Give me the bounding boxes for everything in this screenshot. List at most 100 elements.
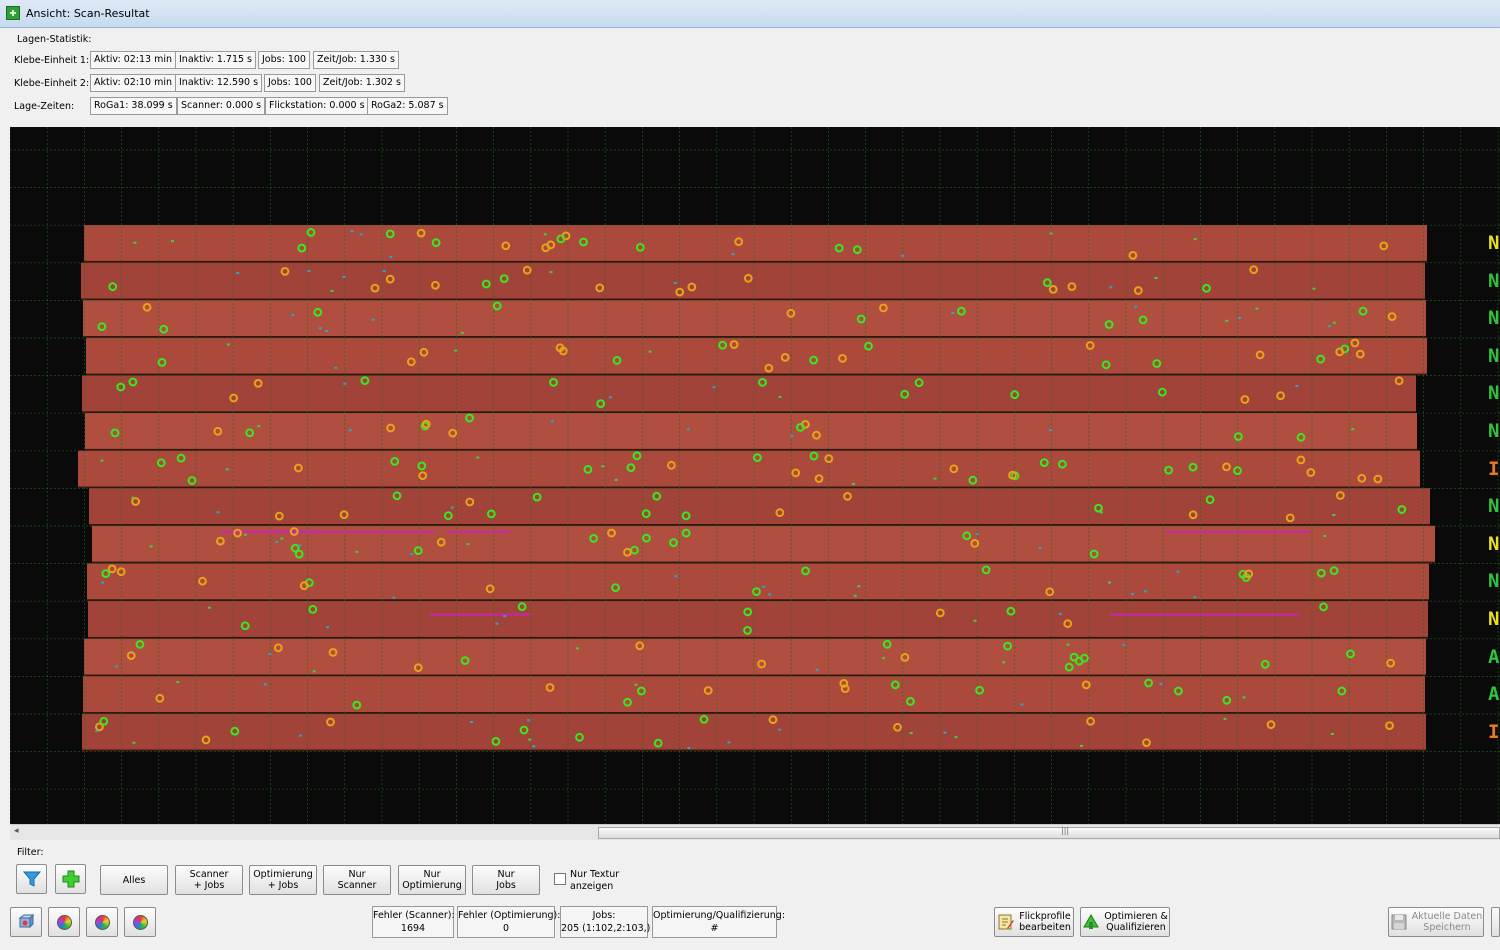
save-current-data-button[interactable]: Aktuelle Daten Speichern (1388, 907, 1484, 937)
texture-defect-dot (325, 330, 329, 332)
filter-jobs-only-button[interactable]: Nur Jobs (472, 865, 540, 895)
texture-defect-dot (1109, 286, 1113, 289)
texture-defect-dot (853, 594, 857, 597)
optimize-qualify-button[interactable]: Optimieren & Qualifizieren (1080, 907, 1170, 937)
texture-defect-dot (342, 275, 346, 278)
texture-defect-dot (1066, 643, 1070, 646)
texture-defect-dot (687, 747, 691, 750)
texture-defect-dot (1143, 590, 1147, 593)
board-status-letter: N (1488, 570, 1500, 593)
wood-board (89, 488, 1430, 525)
filter-scanner-only-button[interactable]: Nur Scanner (323, 865, 391, 895)
texture-defect-dot (1154, 277, 1158, 279)
texture-defect-dot (1080, 744, 1083, 747)
texture-defect-dot (768, 593, 772, 596)
filter-toggle-button[interactable] (16, 864, 47, 894)
texture-defect-dot (951, 311, 955, 314)
wood-board (83, 300, 1426, 337)
texture-defect-dot (275, 540, 279, 543)
wood-board (85, 413, 1417, 450)
texture-defect-dot (528, 738, 532, 741)
board-status-letter: N (1488, 532, 1500, 555)
color-mode-1-button[interactable] (48, 907, 80, 937)
board-status-letter: N (1488, 269, 1500, 292)
horizontal-scrollbar[interactable]: ◂ ||| (10, 824, 1500, 840)
jobs-box: Jobs: 205 (1:102,2:103,) (560, 906, 650, 938)
scan-result-view[interactable]: NNNNNNINNNNAAI (10, 127, 1500, 824)
filter-optimization-only-button[interactable]: Nur Optimierung (398, 865, 466, 895)
scanner-errors-box: Fehler (Scanner): 1694 (372, 906, 455, 938)
texture-defect-dot (1312, 287, 1316, 290)
add-filter-button[interactable] (55, 864, 86, 894)
texture-defect-dot (312, 670, 316, 673)
wood-board (83, 676, 1425, 713)
stat-value: Aktiv: 02:10 min (90, 74, 176, 92)
button-label: Optimierung + Jobs (253, 869, 313, 891)
stat-row-label: Klebe-Einheit 2: (14, 78, 90, 89)
scroll-left-arrow-icon[interactable]: ◂ (14, 826, 19, 836)
texture-defect-dot (298, 544, 302, 547)
filter-scanner-jobs-button[interactable]: Scanner + Jobs (175, 865, 243, 895)
jobs-label: Jobs: (592, 910, 616, 921)
edit-patch-profiles-button[interactable]: Flickprofile bearbeiten (994, 907, 1074, 937)
texture-defect-dot (133, 241, 137, 244)
layer-statistics-panel: Lagen-Statistik: Klebe-Einheit 1: Aktiv:… (10, 30, 1490, 122)
button-label: Optimieren & Qualifizieren (1104, 911, 1168, 933)
texture-defect-dot (1193, 596, 1197, 599)
filter-optimization-jobs-button[interactable]: Optimierung + Jobs (249, 865, 317, 895)
texture-defect-dot (727, 741, 731, 744)
texture-defect-dot (1176, 570, 1180, 573)
optimization-qualification-value: # (710, 923, 719, 934)
texture-defect-dot (1002, 661, 1005, 664)
texture-defect-dot (909, 732, 913, 734)
color-wheel-icon (94, 914, 110, 930)
scanner-errors-value: 1694 (400, 923, 426, 934)
stat-value: Inaktiv: 12.590 s (175, 74, 263, 92)
button-label: Alles (122, 874, 146, 886)
texture-defect-dot (1159, 682, 1163, 685)
optimize-icon (1083, 914, 1100, 929)
texture-defect-dot (851, 483, 855, 485)
stats-title: Lagen-Statistik: (17, 34, 92, 45)
texture-defect-dot (371, 318, 375, 321)
texture-defect-dot (226, 343, 230, 346)
texture-defect-dot (503, 615, 507, 618)
3d-view-button[interactable] (10, 907, 42, 937)
color-mode-2-button[interactable] (86, 907, 118, 937)
wood-board (84, 638, 1426, 675)
texture-defect-dot (450, 506, 454, 509)
texture-defect-dot (1131, 593, 1134, 596)
texture-defect-dot (1332, 321, 1336, 324)
texture-defect-dot (601, 465, 605, 468)
scan-image[interactable] (10, 127, 1500, 824)
scroll-thumb[interactable]: ||| (598, 826, 1500, 839)
button-label: Aktuelle Daten Speichern (1411, 911, 1483, 933)
texture-defect-dot (973, 619, 977, 622)
more-tools-button[interactable] (1491, 907, 1500, 937)
texture-defect-dot (857, 585, 861, 588)
texture-defect-dot (307, 270, 311, 272)
texture-defect-dot (115, 665, 118, 668)
texture-defect-dot (263, 683, 267, 686)
texture-defect-dot (532, 745, 536, 748)
texture-defect-dot (216, 511, 220, 514)
texture-defect-dot (350, 230, 354, 233)
texture-defect-dot (1323, 535, 1327, 537)
texture-defect-dot (673, 282, 677, 284)
texture-defect-dot (712, 386, 716, 389)
texture-only-label: Nur Textur anzeigen (570, 869, 620, 892)
texture-defect-dot (614, 478, 618, 481)
wood-board (82, 375, 1416, 412)
texture-defect-dot (389, 256, 393, 258)
texture-defect-dot (454, 349, 458, 352)
filter-all-button[interactable]: Alles (100, 865, 168, 895)
texture-defect-dot (731, 253, 735, 256)
texture-defect-dot (495, 622, 499, 625)
texture-defect-dot (648, 350, 652, 353)
board-status-letter: N (1488, 420, 1500, 442)
optimization-errors-box: Fehler (Optimierung): 0 (457, 906, 560, 938)
texture-defect-dot (1038, 547, 1042, 550)
color-mode-3-button[interactable] (124, 907, 156, 937)
texture-defect-dot (527, 719, 531, 722)
texture-only-checkbox[interactable] (554, 873, 566, 885)
